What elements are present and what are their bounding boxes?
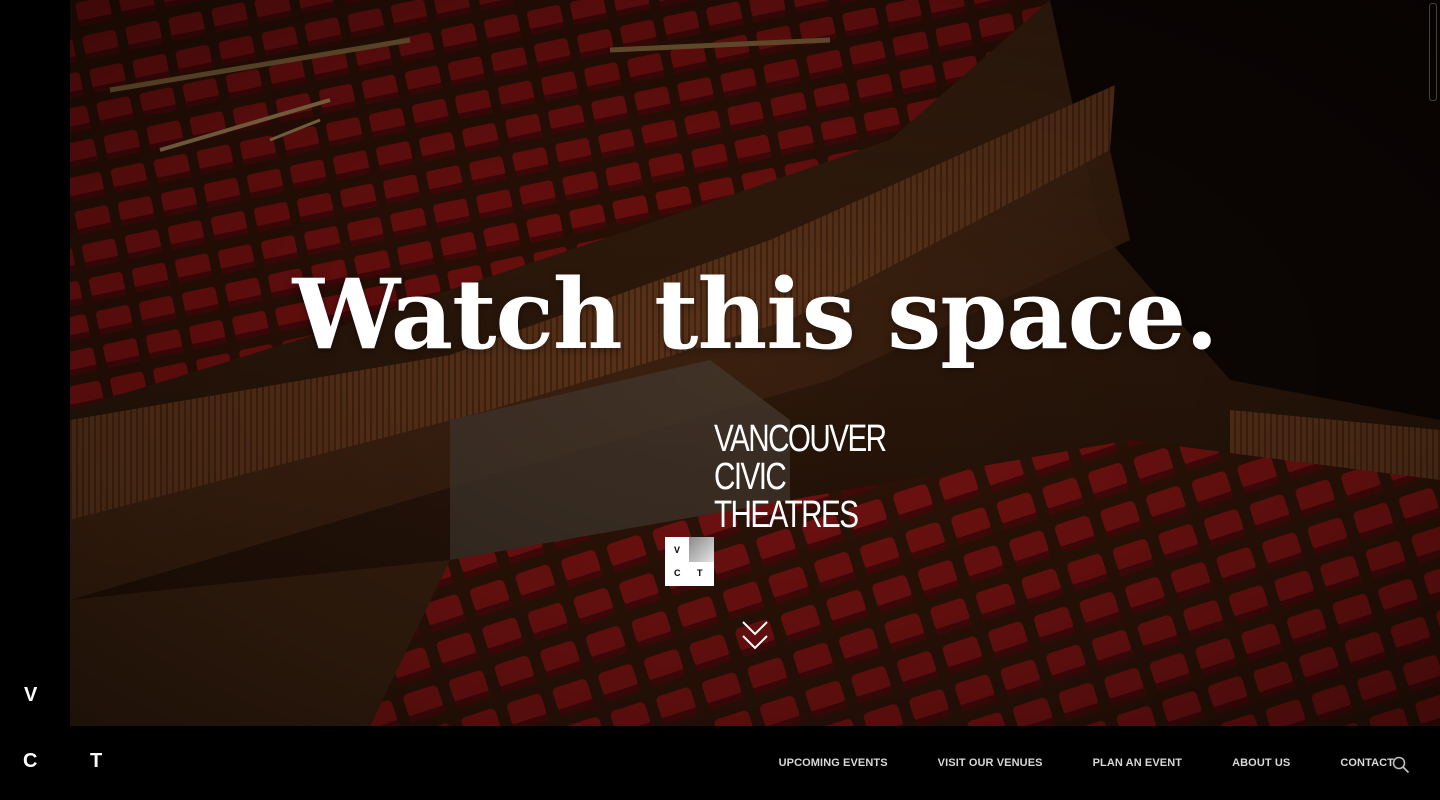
side-logo-letter-t[interactable]: T: [90, 750, 102, 773]
search-icon[interactable]: [1392, 756, 1410, 774]
nav-visit-our-venues[interactable]: VISIT OUR VENUES: [938, 757, 1043, 769]
page: Watch this space. VANCOUVER CIVIC THEATR…: [0, 0, 1440, 800]
nav-plan-an-event[interactable]: PLAN AN EVENT: [1093, 757, 1183, 769]
logo-letter-v: V: [674, 545, 681, 555]
double-chevron-down-icon[interactable]: [742, 620, 768, 650]
vct-wordmark: VANCOUVER CIVIC THEATRES: [714, 418, 887, 536]
wordmark-line-2: CIVIC: [714, 456, 787, 498]
nav-contact[interactable]: CONTACT: [1340, 757, 1394, 769]
side-rail: [0, 0, 70, 726]
vct-logo-box: V C T: [665, 537, 714, 586]
wordmark-line-3: THEATRES: [714, 494, 859, 536]
logo-letter-c: C: [674, 568, 681, 578]
nav-about-us[interactable]: ABOUT US: [1232, 757, 1290, 769]
nav-upcoming-events[interactable]: UPCOMING EVENTS: [779, 757, 888, 769]
hero-headline: Watch this space.: [292, 258, 1218, 371]
bottom-nav-bar: UPCOMING EVENTS VISIT OUR VENUES PLAN AN…: [0, 726, 1440, 800]
hero-section: Watch this space. VANCOUVER CIVIC THEATR…: [70, 0, 1440, 726]
logo-letter-t: T: [697, 568, 703, 578]
side-logo-letter-c[interactable]: C: [23, 750, 37, 773]
side-logo-letter-v[interactable]: V: [24, 684, 37, 707]
scrollbar-thumb[interactable]: [1429, 3, 1437, 101]
logo-gradient-square: [689, 537, 714, 562]
main-nav: UPCOMING EVENTS VISIT OUR VENUES PLAN AN…: [779, 726, 1394, 800]
wordmark-line-1: VANCOUVER: [714, 418, 887, 460]
